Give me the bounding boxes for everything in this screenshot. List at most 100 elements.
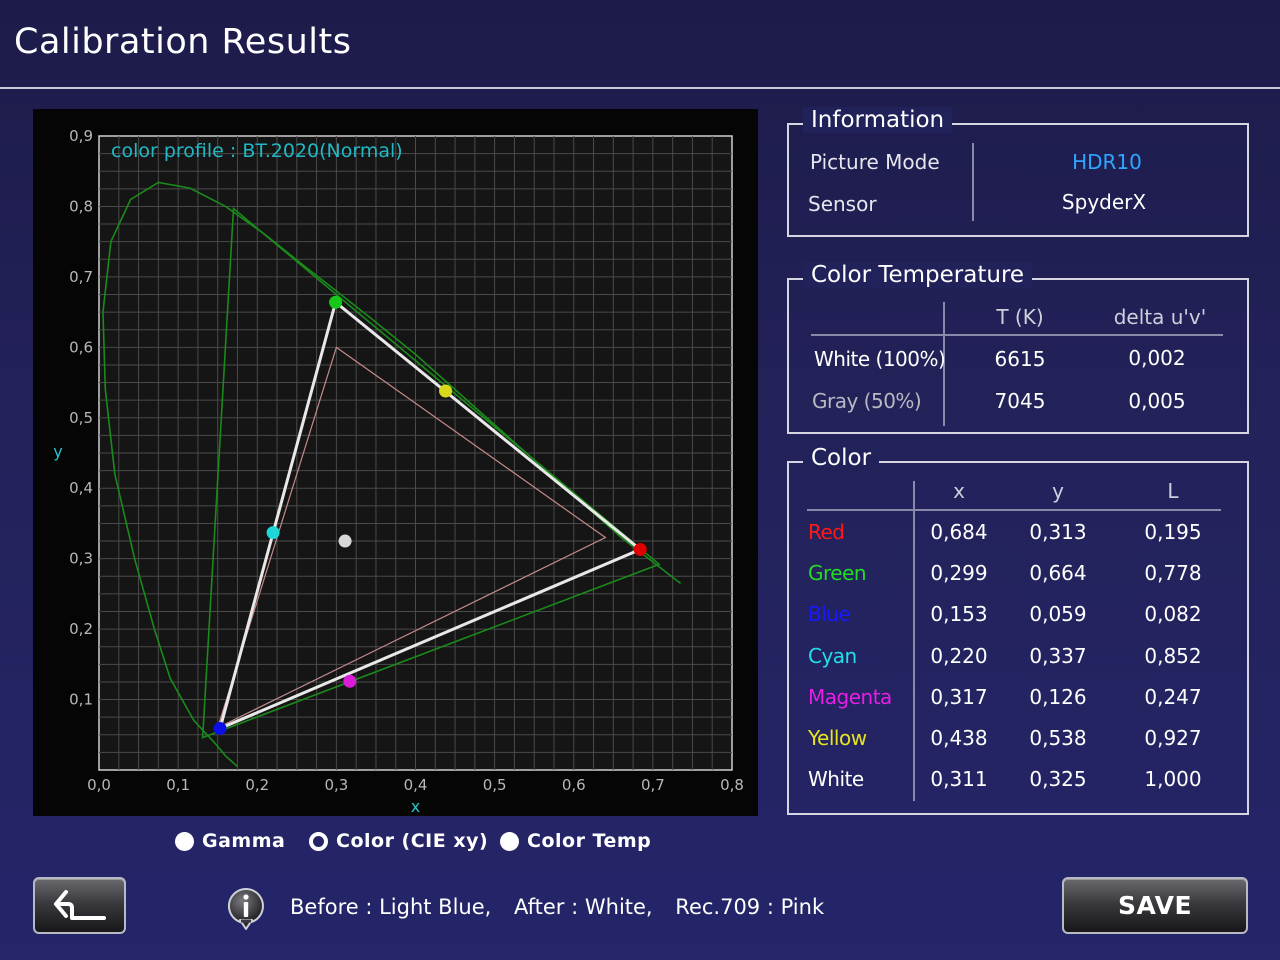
- color-row-yellow-x: 0,438: [930, 726, 988, 750]
- point-magenta: [343, 674, 357, 688]
- color-title: Color: [803, 445, 880, 471]
- color-row-yellow-y: 0,538: [1029, 726, 1087, 750]
- color-temp-option[interactable]: Color Temp: [500, 830, 651, 852]
- color-row-green-y: 0,664: [1029, 561, 1087, 586]
- color-row-cyan-y: 0,337: [1029, 643, 1087, 668]
- y-tick-label: 0,6: [69, 338, 93, 356]
- y-tick-label: 0,5: [69, 409, 93, 427]
- ct-row-gray-label: Gray (50%): [812, 389, 922, 413]
- color-row-blue-x: 0,153: [930, 602, 988, 627]
- gamma-option[interactable]: Gamma: [175, 830, 285, 852]
- return-arrow-icon: [53, 889, 106, 920]
- color-row-magenta-label: Magenta: [808, 684, 892, 709]
- legend-before: Before : Light Blue,: [290, 895, 492, 919]
- color-row-magenta-l: 0,247: [1144, 684, 1202, 709]
- gamma-label: Gamma: [202, 830, 286, 852]
- color-row-blue-y: 0,059: [1029, 602, 1087, 627]
- page-title: Calibration Results: [14, 22, 352, 62]
- ct-row-gray-t: 7045: [994, 389, 1046, 413]
- color-row-blue-l: 0,082: [1144, 602, 1202, 627]
- color-row-red-y: 0,313: [1029, 520, 1087, 544]
- information-divider: [972, 143, 974, 221]
- point-red: [633, 543, 647, 557]
- point-yellow: [439, 384, 453, 398]
- color-divider-horizontal: [807, 509, 1221, 511]
- color-cie-label: Color (CIE xy): [336, 830, 489, 852]
- title-divider: [0, 87, 1280, 89]
- legend-rec709: Rec.709 : Pink: [675, 895, 825, 919]
- picture-mode-value: HDR10: [1072, 150, 1142, 174]
- y-tick-label: 0,7: [69, 268, 93, 286]
- color-row-white-x: 0,311: [930, 767, 988, 792]
- back-button[interactable]: [33, 877, 126, 934]
- color-panel: Color x y L Red 0,684 0,313 0,195 Green 0,299…: [787, 445, 1249, 815]
- y-tick-label: 0,2: [69, 620, 93, 638]
- color-temperature-title: Color Temperature: [803, 262, 1033, 288]
- color-row-yellow-label: Yellow: [808, 726, 867, 750]
- x-tick-label: 0,2: [245, 776, 269, 794]
- y-tick-label: 0,1: [69, 691, 93, 709]
- ct-divider-horizontal: [811, 334, 1223, 336]
- color-row-magenta-x: 0,317: [930, 684, 988, 709]
- color-cie-radio[interactable]: [309, 831, 328, 851]
- color-temp-label: Color Temp: [527, 830, 652, 852]
- point-cyan: [266, 526, 280, 540]
- color-row-yellow-l: 0,927: [1144, 726, 1202, 750]
- y-tick-label: 0,8: [69, 197, 93, 215]
- x-tick-label: 0,3: [324, 776, 348, 794]
- color-row-blue-label: Blue: [808, 602, 851, 627]
- y-tick-label: 0,4: [69, 479, 93, 497]
- information-panel: Information Picture Mode HDR10 Sensor Sp…: [787, 107, 1249, 237]
- y-axis-label: y: [53, 442, 62, 461]
- ct-header-delta: delta u'v': [1113, 305, 1207, 329]
- color-row-cyan-label: Cyan: [808, 643, 857, 668]
- color-row-red-l: 0,195: [1144, 520, 1202, 544]
- color-row-cyan-l: 0,852: [1144, 643, 1202, 668]
- color-row-cyan-x: 0,220: [930, 643, 988, 668]
- x-tick-label: 0,1: [166, 776, 190, 794]
- point-blue: [213, 721, 227, 735]
- point-white: [338, 534, 352, 548]
- cie-chart: 0,0 0,1 0,2 0,3 0,4 0,5 0,6 0,7 0,8 0,1 0,2 0,3 0,4 0…: [33, 109, 758, 816]
- ct-row-white-t: 6615: [994, 347, 1046, 371]
- color-divider-vertical: [913, 481, 915, 801]
- color-profile-label: color profile : BT.2020(Normal): [111, 140, 403, 162]
- sensor-value: SpyderX: [1061, 190, 1147, 214]
- x-tick-label: 0,7: [641, 776, 665, 794]
- color-row-red-label: Red: [808, 520, 845, 544]
- point-green: [329, 295, 343, 309]
- legend-note: Before : Light Blue, After : White, Rec.…: [290, 895, 840, 919]
- information-title: Information: [803, 107, 953, 133]
- color-row-white-label: White: [808, 767, 864, 792]
- y-tick-label: 0,9: [69, 127, 93, 145]
- save-button-label: SAVE: [1117, 891, 1193, 920]
- x-tick-label: 0,5: [483, 776, 507, 794]
- ct-row-white-delta: 0,002: [1128, 346, 1186, 370]
- color-row-red-x: 0,684: [930, 520, 988, 544]
- gamma-radio[interactable]: [175, 831, 194, 851]
- save-button[interactable]: SAVE: [1062, 877, 1248, 934]
- color-temp-radio[interactable]: [500, 831, 519, 851]
- color-cie-option[interactable]: Color (CIE xy): [309, 830, 488, 852]
- color-header-x: x: [953, 479, 965, 503]
- sensor-label: Sensor: [808, 192, 877, 216]
- color-header-y: y: [1052, 479, 1064, 503]
- y-tick-label: 0,3: [69, 550, 93, 568]
- info-icon: [227, 888, 264, 930]
- legend-after: After : White,: [514, 895, 653, 919]
- color-header-l: L: [1167, 479, 1179, 503]
- x-tick-label: 0,0: [87, 776, 111, 794]
- color-row-green-l: 0,778: [1144, 561, 1202, 586]
- color-temperature-panel: Color Temperature T (K) delta u'v' White…: [787, 262, 1249, 434]
- color-row-green-label: Green: [808, 561, 867, 586]
- color-row-white-l: 1,000: [1144, 767, 1202, 792]
- x-tick-label: 0,8: [720, 776, 744, 794]
- ct-header-t: T (K): [996, 305, 1044, 329]
- color-row-magenta-y: 0,126: [1029, 684, 1087, 709]
- cie-chart-svg: 0,0 0,1 0,2 0,3 0,4 0,5 0,6 0,7 0,8 0,1 0,2 0,3 0,4 0…: [53, 127, 744, 816]
- x-axis-label: x: [411, 797, 420, 816]
- color-row-green-x: 0,299: [930, 561, 988, 586]
- picture-mode-label: Picture Mode: [810, 150, 940, 174]
- ct-row-gray-delta: 0,005: [1128, 389, 1186, 413]
- color-row-white-y: 0,325: [1029, 767, 1087, 792]
